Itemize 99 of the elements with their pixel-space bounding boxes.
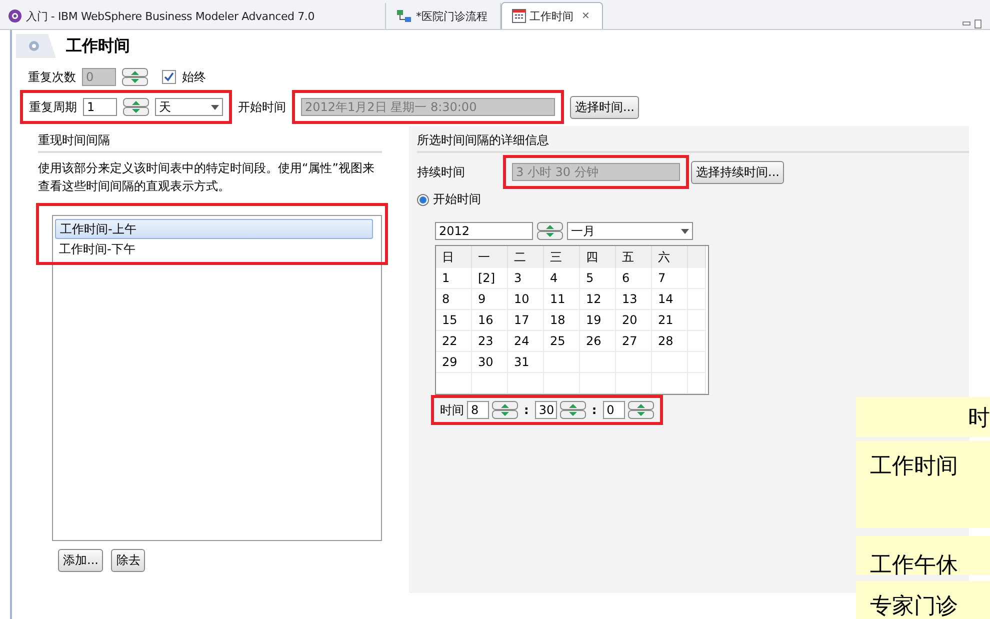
second-field[interactable]: 0 [602,401,625,419]
radio-button[interactable] [417,194,429,206]
field-label: 重复次数 [28,68,76,86]
day-cell[interactable]: 9 [472,289,508,310]
day-cell[interactable] [652,373,688,394]
day-cell[interactable] [508,373,544,394]
spinner-arrows[interactable] [492,401,518,419]
tab-label: *医院门诊流程 [416,8,488,24]
year-field[interactable]: 2012 [435,222,533,240]
field-label: 开始时间 [238,98,286,116]
spinner-arrows[interactable] [560,401,586,419]
unit-dropdown[interactable]: 天 [155,98,223,116]
slide-text: 工作午休 [870,553,958,575]
field-label: 重复周期 [29,98,77,116]
calendar-icon [512,9,526,23]
time-separator: : [590,403,598,417]
slide-text: 工作时间 [870,454,958,479]
day-cell[interactable]: 20 [616,310,652,331]
globe-icon [8,9,22,23]
day-cell[interactable]: 5 [580,268,616,289]
day-cell[interactable]: 21 [652,310,688,331]
editor-tab[interactable]: 工作时间 ✕ [500,2,603,29]
hour-field[interactable]: 8 [467,401,489,419]
weekday-header: 三 [544,246,580,268]
spinner-arrows[interactable] [123,98,149,116]
day-cell[interactable]: 4 [544,268,580,289]
day-cell[interactable]: 25 [544,331,580,352]
weekday-header [688,246,706,268]
list-item[interactable]: 工作时间-上午 [55,219,373,239]
section-title: 所选时间间隔的详细信息 [417,126,969,153]
weekday-header: 日 [436,246,472,268]
day-cell[interactable]: 6 [616,268,652,289]
day-cell[interactable] [688,373,706,394]
day-cell[interactable] [472,373,508,394]
day-cell[interactable] [688,268,706,289]
day-cell[interactable] [436,373,472,394]
section-description: 使用该部分来定义该时间表中的特定时间段。使用“属性”视图来查看这些时间间隔的直观表示方式。 [38,160,376,195]
day-cell[interactable]: 1 [436,268,472,289]
spinner-arrows[interactable] [122,68,148,86]
list-item[interactable]: 工作时间-下午 [55,239,373,259]
day-cell[interactable] [616,373,652,394]
caret-icon [211,104,219,110]
weekday-header: 五 [616,246,652,268]
input-field[interactable]: 1 [83,98,117,116]
day-cell[interactable]: 31 [508,352,544,373]
process-icon [396,9,412,23]
day-cell[interactable]: 19 [580,310,616,331]
day-cell[interactable]: 8 [436,289,472,310]
section-title: 重现时间间隔 [38,126,382,153]
weekday-header: 四 [580,246,616,268]
day-cell[interactable]: 24 [508,331,544,352]
checkbox[interactable] [162,70,176,84]
minimize-maximize-icon[interactable] [962,19,982,29]
slide-text: 时 [968,404,990,433]
day-cell[interactable]: [2] [472,268,508,289]
list-action-button[interactable]: 除去 [111,549,146,572]
minute-field[interactable]: 30 [534,401,557,419]
field-label: 持续时间 [417,164,466,180]
editor-title: 工作时间 [66,36,130,56]
day-cell[interactable]: 17 [508,310,544,331]
field-label: 时间 [440,402,464,418]
day-cell[interactable] [544,373,580,394]
day-cell[interactable]: 22 [436,331,472,352]
day-cell[interactable]: 11 [544,289,580,310]
day-cell[interactable]: 18 [544,310,580,331]
day-cell[interactable]: 15 [436,310,472,331]
caret-icon [681,228,689,234]
day-cell[interactable]: 16 [472,310,508,331]
radio-label: 开始时间 [433,191,481,208]
day-cell[interactable]: 10 [508,289,544,310]
editor-tab[interactable]: 入门 - IBM WebSphere Business Modeler Advanced 7.0 [0,3,386,29]
day-cell[interactable] [580,373,616,394]
editor-header-icon [16,34,56,58]
tab-label: 入门 - IBM WebSphere Business Modeler Advanced 7.0 [26,8,315,24]
time-separator: : [523,403,530,417]
spinner-arrows[interactable] [537,222,563,240]
day-cell[interactable]: 27 [616,331,652,352]
day-cell[interactable]: 13 [616,289,652,310]
select-time-button[interactable]: 选择时间... [570,96,640,118]
tab-label: 工作时间 [530,8,574,24]
weekday-header: 一 [472,246,508,268]
day-cell[interactable]: 26 [580,331,616,352]
weekday-header: 二 [508,246,544,268]
month-dropdown[interactable]: 一月 [567,222,693,240]
weekday-header: 六 [652,246,688,268]
day-cell[interactable]: 3 [508,268,544,289]
spinner-arrows[interactable] [628,401,654,419]
day-cell[interactable]: 28 [652,331,688,352]
day-cell[interactable]: 12 [580,289,616,310]
day-cell[interactable]: 23 [472,331,508,352]
day-cell[interactable]: 29 [436,352,472,373]
list-action-button[interactable]: 添加... [58,549,104,572]
day-cell[interactable]: 7 [652,268,688,289]
select-duration-button[interactable]: 选择持续时间... [691,160,784,184]
close-icon[interactable]: ✕ [582,10,590,22]
day-cell[interactable]: 14 [652,289,688,310]
day-cell[interactable]: 30 [472,352,508,373]
checkbox-label: 始终 [182,68,206,86]
slide-text: 专家门诊 [870,594,958,619]
